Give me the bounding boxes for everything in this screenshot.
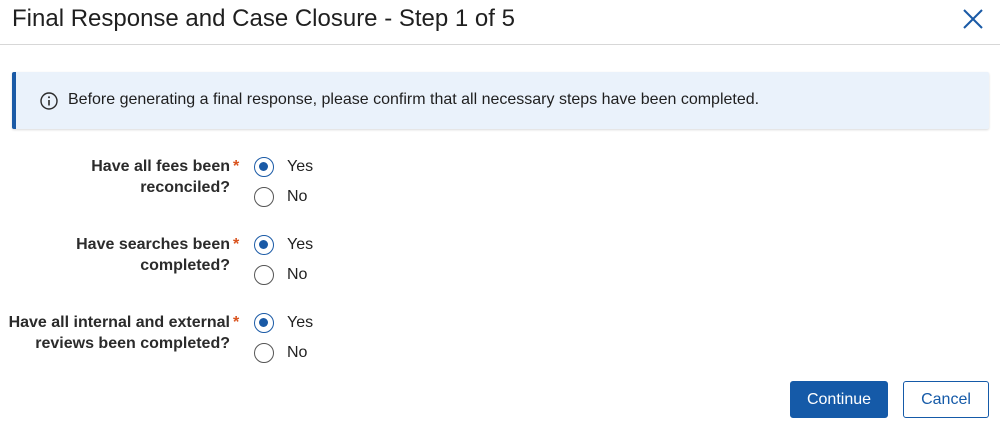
question-fees-reconciled: Have all fees been reconciled? * Yes No (0, 156, 1000, 226)
required-indicator: * (233, 236, 240, 253)
dialog-header: Final Response and Case Closure - Step 1… (0, 0, 1000, 45)
radio-label-yes: Yes (287, 314, 314, 331)
question-label-line1: Have all internal and external (8, 314, 230, 331)
required-indicator: * (233, 314, 240, 331)
close-icon (963, 9, 983, 29)
radio-label-yes: Yes (287, 236, 314, 253)
question-label-line1: Have all fees been (91, 158, 230, 175)
radio-button[interactable] (254, 187, 274, 207)
question-label: Have searches been completed? (76, 234, 230, 276)
radio-button-selected[interactable] (254, 157, 274, 177)
radio-label-no: No (287, 266, 308, 283)
question-label-line2: completed? (140, 257, 230, 274)
question-label-line1: Have searches been (76, 236, 230, 253)
required-indicator: * (233, 158, 240, 175)
radio-fees-no[interactable]: No (254, 187, 307, 207)
radio-button-selected[interactable] (254, 235, 274, 255)
radio-button[interactable] (254, 265, 274, 285)
cancel-button[interactable]: Cancel (903, 381, 989, 418)
close-button[interactable] (958, 4, 988, 34)
radio-label-yes: Yes (287, 158, 314, 175)
question-label: Have all fees been reconciled? (91, 156, 230, 198)
radio-button-selected[interactable] (254, 313, 274, 333)
info-banner: Before generating a final response, plea… (12, 72, 989, 129)
radio-searches-yes[interactable]: Yes (254, 235, 313, 255)
radio-label-no: No (287, 188, 308, 205)
question-label: Have all internal and external reviews b… (9, 312, 230, 354)
radio-button[interactable] (254, 343, 274, 363)
info-banner-text: Before generating a final response, plea… (68, 91, 760, 108)
radio-label-no: No (287, 344, 308, 361)
question-searches-completed: Have searches been completed? * Yes No (0, 234, 1000, 304)
question-label-line2: reconciled? (140, 179, 230, 196)
continue-button[interactable]: Continue (790, 381, 888, 418)
info-icon (40, 92, 58, 110)
question-reviews-completed: Have all internal and external reviews b… (0, 312, 1000, 382)
radio-searches-no[interactable]: No (254, 265, 307, 285)
radio-fees-yes[interactable]: Yes (254, 157, 313, 177)
dialog-title: Final Response and Case Closure - Step 1… (12, 5, 515, 32)
question-label-line2: reviews been completed? (35, 335, 230, 352)
radio-reviews-no[interactable]: No (254, 343, 307, 363)
radio-reviews-yes[interactable]: Yes (254, 313, 313, 333)
final-response-dialog: Final Response and Case Closure - Step 1… (0, 0, 1000, 427)
